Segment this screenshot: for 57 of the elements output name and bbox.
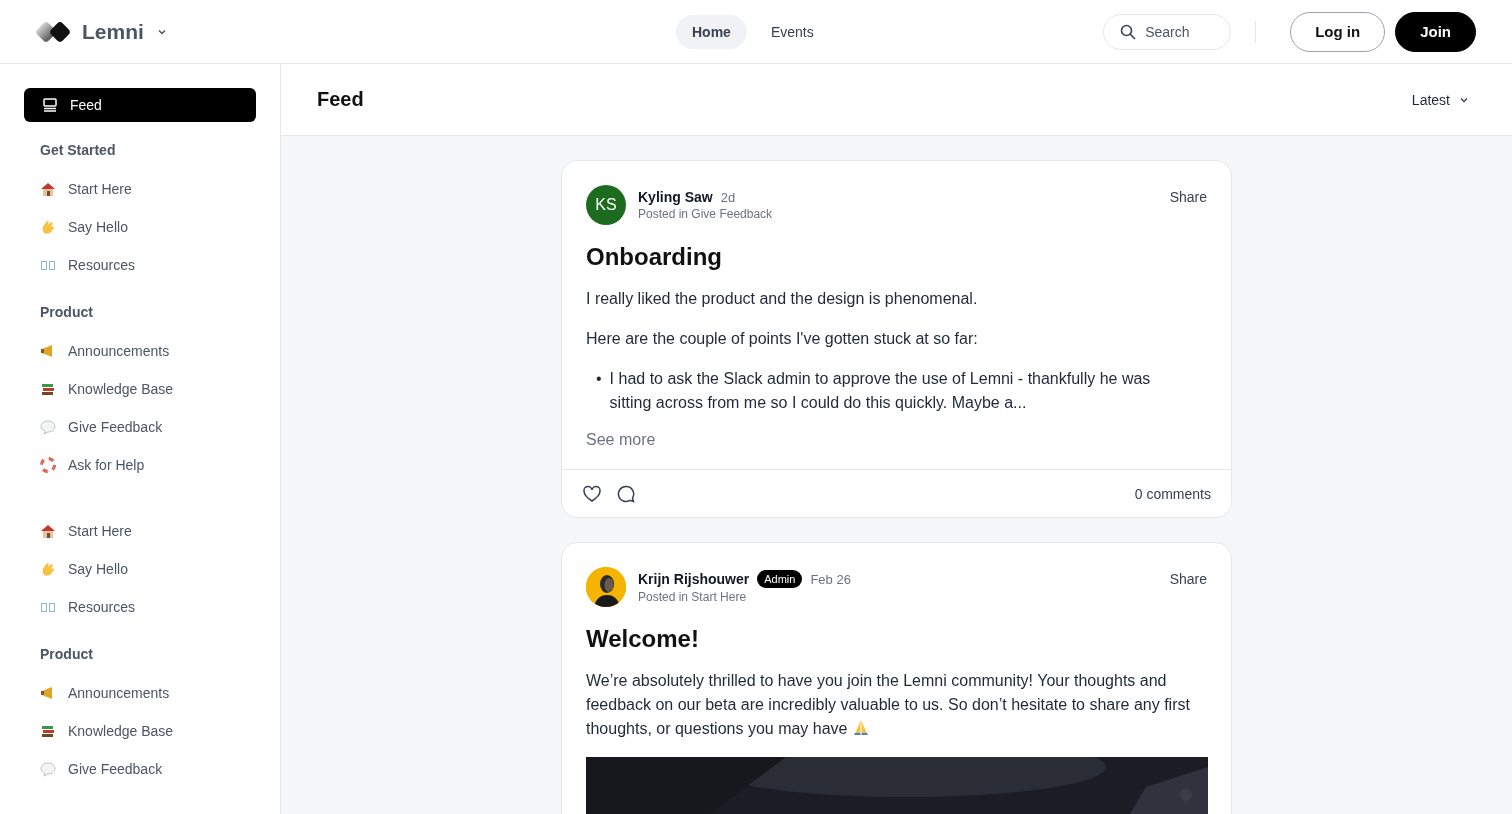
role-badge: Admin: [757, 570, 803, 588]
sidebar-item[interactable]: Resources: [24, 246, 256, 284]
post-text: We’re absolutely thrilled to have you join the Lemni community! Your thoughts and feedback on our beta are incredibly valuable to us. So don’t hesitate to share any first thoughts, or questions you may have: [586, 671, 1191, 739]
bullet-marker: •: [596, 369, 602, 389]
author-name[interactable]: Krijn Rijshouwer: [638, 571, 750, 587]
nav-tab[interactable]: Home: [676, 14, 747, 49]
post-text: I really liked the product and the design is phenomenal.: [586, 289, 979, 309]
share-link[interactable]: Share: [1169, 189, 1207, 205]
house-icon: [40, 523, 56, 539]
sidebar-item[interactable]: Ask for Help: [24, 446, 256, 484]
house-icon: [40, 181, 56, 197]
post-time: 2d: [720, 189, 736, 205]
sidebar-item[interactable]: Start Here: [24, 512, 256, 550]
section-heading: Product: [39, 646, 94, 664]
books-icon: [40, 723, 56, 739]
lifebuoy-icon: [40, 457, 56, 473]
join-button[interactable]: Join: [1395, 11, 1476, 52]
author-name[interactable]: Kyling Saw: [638, 189, 713, 205]
comment-icon[interactable]: [616, 483, 636, 504]
sidebar-item[interactable]: Give Feedback: [24, 408, 256, 446]
bullet-item: I had to ask the Slack admin to approve the use of Lemni - thankfully he was sitting across from me so I could do this quickly. Maybe a...: [609, 369, 1152, 413]
heart-icon[interactable]: [582, 483, 602, 504]
post-title: Welcome!: [586, 625, 700, 653]
sidebar-item[interactable]: Give Feedback: [24, 750, 256, 788]
brand-name: Lemni: [82, 19, 144, 44]
posted-in: Posted in Give Feedback: [638, 207, 774, 221]
sidebar-item[interactable]: Knowledge Base: [24, 370, 256, 408]
sidebar-item[interactable]: Say Hello: [24, 550, 256, 588]
search-icon: [1120, 23, 1137, 40]
post-text: Here are the couple of points I've gotten stuck at so far:: [586, 329, 979, 349]
waving-hand-icon: [40, 219, 56, 235]
books-icon: [40, 381, 56, 397]
sort-dropdown[interactable]: Latest: [1405, 90, 1476, 109]
waving-hand-icon: [40, 561, 56, 577]
sidebar-item[interactable]: Say Hello: [24, 208, 256, 246]
search-field[interactable]: Search: [1103, 13, 1232, 50]
login-button[interactable]: Log in: [1290, 11, 1386, 52]
feed-nav-item[interactable]: Feed: [24, 88, 256, 122]
share-link[interactable]: Share: [1169, 571, 1207, 587]
post-time: Feb 26: [810, 571, 851, 587]
sidebar-item[interactable]: Announcements: [24, 674, 256, 712]
sidebar-item[interactable]: Announcements: [24, 332, 256, 370]
speech-bubble-icon: [40, 761, 56, 777]
sidebar-item[interactable]: Knowledge Base: [24, 712, 256, 750]
speech-bubble-icon: [40, 419, 56, 435]
avatar: KS: [586, 185, 626, 225]
section-heading: Get Started: [39, 142, 117, 160]
comment-count[interactable]: 0 comments: [1134, 485, 1211, 502]
feed-icon: [42, 97, 58, 113]
post-title: Onboarding: [586, 243, 723, 271]
section-heading: Product: [39, 304, 94, 322]
see-more-link[interactable]: See more: [586, 431, 656, 449]
page-title: Feed: [317, 88, 364, 111]
posted-in: Posted in Start Here: [638, 590, 748, 604]
sidebar-item[interactable]: Start Here: [24, 170, 256, 208]
nav-tab[interactable]: Events: [754, 14, 830, 49]
sidebar-item[interactable]: Resources: [24, 588, 256, 626]
